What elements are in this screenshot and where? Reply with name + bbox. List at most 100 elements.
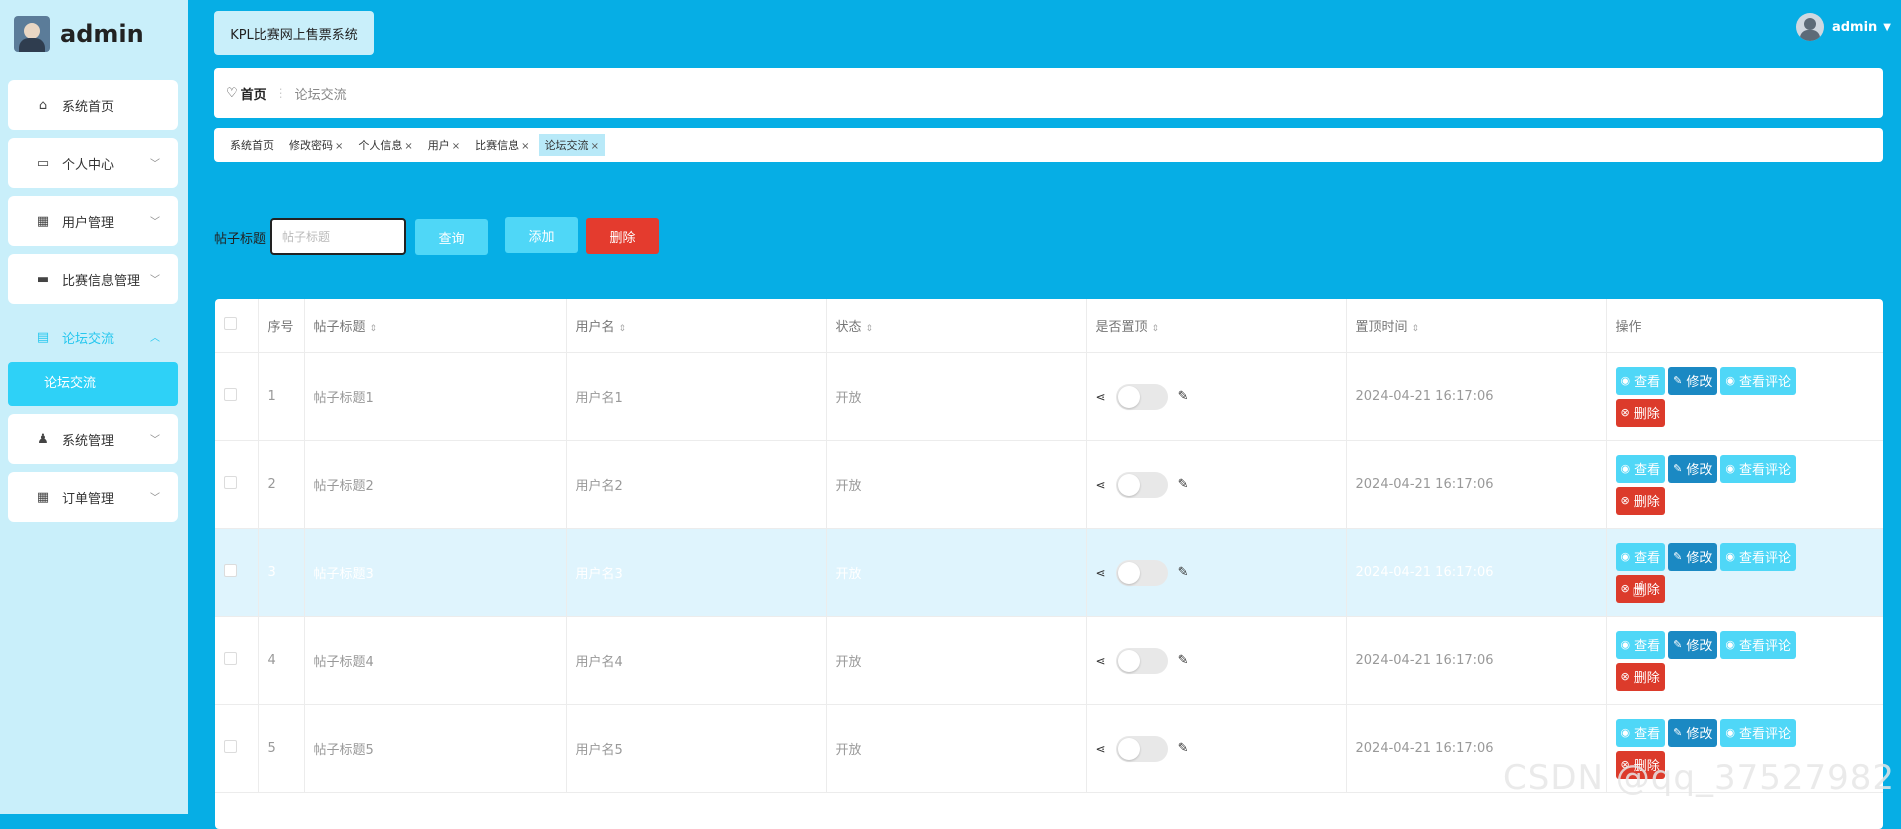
edit-label: 修改 — [1686, 375, 1713, 390]
pin-toggle[interactable] — [1115, 735, 1168, 762]
pencil-icon[interactable]: ✎ — [1178, 389, 1189, 404]
pencil-icon[interactable]: ✎ — [1178, 741, 1189, 756]
sidebar-item-personal-center[interactable]: ▭ 个人中心 ﹀ — [8, 138, 178, 188]
share-icon[interactable]: ⋖ — [1096, 566, 1106, 580]
edit-button[interactable]: ✎ 修改 — [1668, 366, 1718, 395]
cell-pin-time: 2024-04-21 16:17:06 — [1346, 352, 1607, 441]
view-button[interactable]: ◉ 查看 — [1615, 366, 1666, 395]
home-icon: ⌂ — [38, 97, 48, 113]
sidebar-item-user-management[interactable]: ▦ 用户管理 ﹀ — [8, 196, 178, 246]
share-icon[interactable]: ⋖ — [1096, 654, 1106, 668]
sort-icon[interactable]: ⇕ — [619, 324, 627, 334]
cell-actions: ◉ 查看 ✎ 修改 ◉ 查看评论 ⊗ 删除 — [1606, 440, 1883, 529]
view-button[interactable]: ◉ 查看 — [1615, 542, 1666, 571]
edit-button[interactable]: ✎ 修改 — [1668, 718, 1718, 747]
tag-forum[interactable]: 论坛交流 × — [538, 134, 605, 156]
share-icon[interactable]: ⋖ — [1096, 390, 1106, 404]
edit-button[interactable]: ✎ 修改 — [1668, 542, 1718, 571]
row-checkbox[interactable] — [224, 652, 237, 665]
view-comments-button[interactable]: ◉ 查看评论 — [1720, 718, 1796, 747]
select-all-checkbox[interactable] — [224, 317, 237, 330]
column-header-user[interactable]: 用户名 ⇕ — [566, 299, 827, 353]
view-button[interactable]: ◉ 查看 — [1615, 454, 1666, 483]
close-icon[interactable]: × — [521, 141, 529, 152]
view-comments-button[interactable]: ◉ 查看评论 — [1720, 454, 1796, 483]
user-icon: ♟ — [37, 431, 49, 447]
search-input[interactable] — [270, 218, 406, 255]
view-comments-button[interactable]: ◉ 查看评论 — [1720, 542, 1796, 571]
column-header-pinned[interactable]: 是否置顶 ⇕ — [1086, 299, 1347, 353]
breadcrumb-home[interactable]: 首页 — [241, 84, 267, 103]
sort-icon[interactable]: ⇕ — [1152, 324, 1160, 334]
column-header-title[interactable]: 帖子标题 ⇕ — [304, 299, 567, 353]
sidebar-item-order-management[interactable]: ▦ 订单管理 ﹀ — [8, 472, 178, 522]
pencil-icon[interactable]: ✎ — [1178, 653, 1189, 668]
column-header-status[interactable]: 状态 ⇕ — [826, 299, 1087, 353]
tag-label: 系统首页 — [230, 139, 274, 152]
pencil-icon[interactable]: ✎ — [1178, 477, 1189, 492]
eye-icon: ◉ — [1620, 726, 1631, 739]
brand-name: admin — [60, 20, 144, 48]
close-icon[interactable]: × — [452, 141, 460, 152]
pin-toggle[interactable] — [1115, 383, 1168, 410]
pin-toggle[interactable] — [1115, 647, 1168, 674]
sidebar-item-system-management[interactable]: ♟ 系统管理 ﹀ — [8, 414, 178, 464]
tag-personal-info[interactable]: 个人信息 × — [352, 134, 418, 156]
row-checkbox[interactable] — [224, 476, 237, 489]
close-circle-icon: ⊗ — [1620, 494, 1630, 507]
view-button[interactable]: ◉ 查看 — [1615, 630, 1666, 659]
column-header-pin-time[interactable]: 置顶时间 ⇕ — [1346, 299, 1607, 353]
delete-button[interactable]: ⊗ 删除 — [1615, 486, 1665, 515]
sidebar-item-match-info[interactable]: ▬ 比赛信息管理 ﹀ — [8, 254, 178, 304]
close-icon[interactable]: × — [404, 141, 412, 152]
pencil-icon[interactable]: ✎ — [1178, 565, 1189, 580]
table-row: 2 帖子标题2 用户名2 开放 ⋖ ✎ 2024-04-21 16:17:06 ◉ 查看 ✎ 修改 ◉… — [215, 440, 1883, 529]
select-all-cell — [215, 299, 259, 353]
sidebar-item-label: 系统首页 — [62, 99, 115, 115]
share-icon[interactable]: ⋖ — [1096, 742, 1106, 756]
edit-button[interactable]: ✎ 修改 — [1668, 454, 1718, 483]
pin-toggle[interactable] — [1115, 471, 1168, 498]
delete-label: 删除 — [1633, 495, 1660, 510]
briefcase-icon: ▬ — [36, 271, 50, 287]
view-comments-button[interactable]: ◉ 查看评论 — [1720, 366, 1796, 395]
row-checkbox[interactable] — [224, 388, 237, 401]
pencil-icon: ✎ — [1673, 726, 1683, 739]
cell-no: 4 — [258, 616, 305, 705]
query-button[interactable]: 查询 — [415, 219, 488, 255]
row-checkbox[interactable] — [224, 564, 237, 577]
tag-user[interactable]: 用户 × — [422, 134, 466, 156]
delete-button[interactable]: ⊗ 删除 — [1615, 662, 1665, 691]
tag-home[interactable]: 系统首页 — [224, 134, 280, 156]
cell-pinned: ⋖ ✎ — [1086, 616, 1347, 705]
sidebar: admin ⌂ 系统首页 ▭ 个人中心 ﹀ ▦ 用户管理 ﹀ ▬ 比赛信息管理 … — [0, 0, 188, 814]
edit-button[interactable]: ✎ 修改 — [1668, 630, 1718, 659]
sidebar-item-home[interactable]: ⌂ 系统首页 — [8, 80, 178, 130]
sort-icon[interactable]: ⇕ — [1412, 324, 1420, 334]
close-icon[interactable]: × — [591, 141, 599, 152]
edit-label: 修改 — [1686, 551, 1713, 566]
close-icon[interactable]: × — [335, 141, 343, 152]
forum-table: 序号 帖子标题 ⇕ 用户名 ⇕ 状态 ⇕ 是否置顶 ⇕ 置顶时间 ⇕ 操作 1 帖子标题1 用… — [215, 299, 1883, 829]
sort-icon[interactable]: ⇕ — [866, 324, 874, 334]
batch-delete-button[interactable]: 删除 — [586, 218, 659, 254]
sort-icon[interactable]: ⇕ — [370, 324, 378, 334]
submenu-item-forum[interactable]: 论坛交流 — [8, 362, 178, 406]
sidebar-item-label: 用户管理 — [62, 215, 115, 231]
edit-label: 修改 — [1686, 639, 1713, 654]
delete-button[interactable]: ⊗ 删除 — [1615, 398, 1665, 427]
edit-label: 修改 — [1686, 463, 1713, 478]
tag-match-info[interactable]: 比赛信息 × — [469, 134, 535, 156]
row-checkbox[interactable] — [224, 740, 237, 753]
user-menu[interactable]: admin ▼ — [1795, 13, 1891, 41]
add-button[interactable]: 添加 — [505, 217, 578, 253]
cell-status: 开放 — [826, 352, 1087, 441]
view-button[interactable]: ◉ 查看 — [1615, 718, 1666, 747]
view-comments-button[interactable]: ◉ 查看评论 — [1720, 630, 1796, 659]
row-select-cell — [215, 704, 259, 793]
share-icon[interactable]: ⋖ — [1096, 478, 1106, 492]
tag-change-password[interactable]: 修改密码 × — [283, 134, 349, 156]
breadcrumb-current: 论坛交流 — [294, 87, 347, 103]
sidebar-item-forum[interactable]: ▤ 论坛交流 ︿ — [8, 312, 178, 362]
pin-toggle[interactable] — [1115, 559, 1168, 586]
